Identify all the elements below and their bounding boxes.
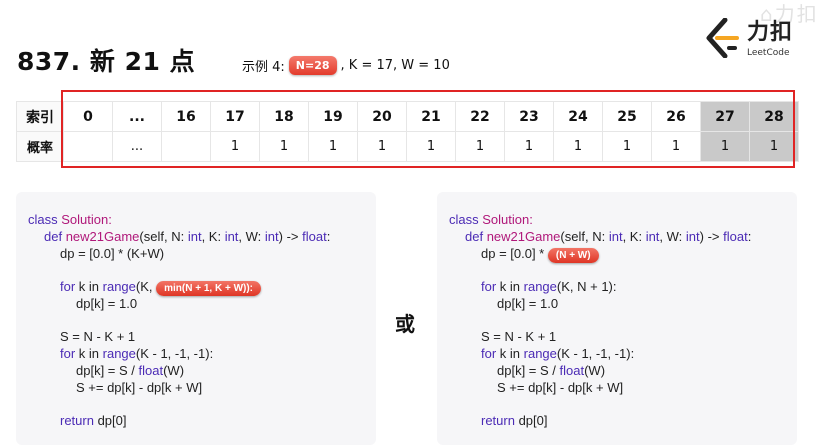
code-text: dp[k] = S / xyxy=(497,363,560,378)
code-text: (self, N: xyxy=(139,229,188,244)
code-text: (W) xyxy=(584,363,606,378)
code-text: : xyxy=(747,229,752,244)
or-label: 或 xyxy=(395,312,415,336)
code-line: dp = [0.0] * (N + W) xyxy=(481,246,599,263)
code-text: dp[0] xyxy=(514,413,548,428)
example-prefix: 示例 4: xyxy=(242,60,285,75)
keyword: for xyxy=(60,346,76,361)
code-text: ) -> xyxy=(699,229,724,244)
builtin: range xyxy=(523,346,557,361)
code-line: for k in range(K, min(N + 1, K + W)): xyxy=(60,279,262,296)
code-panel-right: class Solution: def new21Game(self, N: i… xyxy=(437,192,797,445)
code-line: S += dp[k] - dp[k + W] xyxy=(76,380,203,395)
code-line: dp[k] = 1.0 xyxy=(497,296,559,311)
row-header-prob: 概率 xyxy=(16,131,64,162)
code-text: dp = [0.0] * xyxy=(481,246,548,261)
type: int xyxy=(685,229,700,244)
type: float xyxy=(723,229,748,244)
keyword: def xyxy=(44,229,63,244)
type: int xyxy=(645,229,660,244)
example-caption: 示例 4: N=28 , K = 17, W = 10 xyxy=(242,56,450,75)
code-text: , W: xyxy=(659,229,686,244)
code-line: def new21Game(self, N: int, K: int, W: i… xyxy=(44,229,330,245)
type: float xyxy=(302,229,327,244)
code-line: for k in range(K - 1, -1, -1): xyxy=(60,346,213,362)
code-line: dp = [0.0] * (K+W) xyxy=(60,246,165,261)
row-header-index: 索引 xyxy=(16,101,64,132)
code-line: for k in range(K, N + 1): xyxy=(481,279,617,295)
code-text: (K, N + 1): xyxy=(556,279,617,294)
type: int xyxy=(264,229,279,244)
page-title: 837. 新 21 点 xyxy=(17,47,196,76)
code-line: class Solution: xyxy=(28,212,112,228)
code-text: dp[k] = S / xyxy=(76,363,139,378)
keyword: class xyxy=(28,212,58,227)
highlight-pill: (N + W) xyxy=(547,248,599,263)
code-text: : xyxy=(326,229,331,244)
type: int xyxy=(187,229,202,244)
keyword: return xyxy=(60,413,94,428)
builtin: float xyxy=(138,363,164,378)
highlight-pill: min(N + 1, K + W)): xyxy=(156,281,262,296)
code-text: k in xyxy=(75,279,103,294)
code-text: (W) xyxy=(163,363,185,378)
highlight-box xyxy=(61,90,795,168)
function-name: new21Game xyxy=(486,229,561,244)
code-text: , W: xyxy=(238,229,265,244)
builtin: range xyxy=(102,279,136,294)
keyword: for xyxy=(60,279,76,294)
logo-en-text: LeetCode xyxy=(747,48,790,58)
code-line: dp[k] = S / float(W) xyxy=(497,363,605,379)
code-text: k in xyxy=(496,279,524,294)
example-suffix: , K = 17, W = 10 xyxy=(340,58,450,73)
code-text: , K: xyxy=(201,229,225,244)
keyword: return xyxy=(481,413,515,428)
code-text: , K: xyxy=(622,229,646,244)
code-line: def new21Game(self, N: int, K: int, W: i… xyxy=(465,229,751,245)
code-line: S = N - K + 1 xyxy=(481,329,557,344)
example-n-badge: N=28 xyxy=(288,56,337,75)
class-name: Solution: xyxy=(61,212,112,227)
leetcode-logo-icon xyxy=(706,18,739,58)
code-line: dp[k] = S / float(W) xyxy=(76,363,184,379)
code-line: return dp[0] xyxy=(60,413,127,429)
code-line: S += dp[k] - dp[k + W] xyxy=(497,380,624,395)
type: int xyxy=(608,229,623,244)
keyword: for xyxy=(481,346,497,361)
keyword: def xyxy=(465,229,484,244)
class-name: Solution: xyxy=(482,212,533,227)
code-line: class Solution: xyxy=(449,212,533,228)
type: int xyxy=(224,229,239,244)
code-line: dp[k] = 1.0 xyxy=(76,296,138,311)
code-text: k in xyxy=(75,346,103,361)
code-line: for k in range(K - 1, -1, -1): xyxy=(481,346,634,362)
code-text: (self, N: xyxy=(560,229,609,244)
code-text: (K, xyxy=(135,279,157,294)
builtin: range xyxy=(523,279,557,294)
code-text: (K - 1, -1, -1): xyxy=(135,346,214,361)
code-line: return dp[0] xyxy=(481,413,548,429)
leetcode-logo: 力扣 LeetCode xyxy=(703,14,799,62)
builtin: float xyxy=(559,363,585,378)
code-text: k in xyxy=(496,346,524,361)
builtin: range xyxy=(102,346,136,361)
code-line: S = N - K + 1 xyxy=(60,329,136,344)
keyword: for xyxy=(481,279,497,294)
code-text: (K - 1, -1, -1): xyxy=(556,346,635,361)
code-text: dp[0] xyxy=(93,413,127,428)
logo-cn-text: 力扣 xyxy=(747,20,794,45)
code-text: ) -> xyxy=(278,229,303,244)
keyword: class xyxy=(449,212,479,227)
code-panel-left: class Solution: def new21Game(self, N: i… xyxy=(16,192,376,445)
function-name: new21Game xyxy=(65,229,140,244)
